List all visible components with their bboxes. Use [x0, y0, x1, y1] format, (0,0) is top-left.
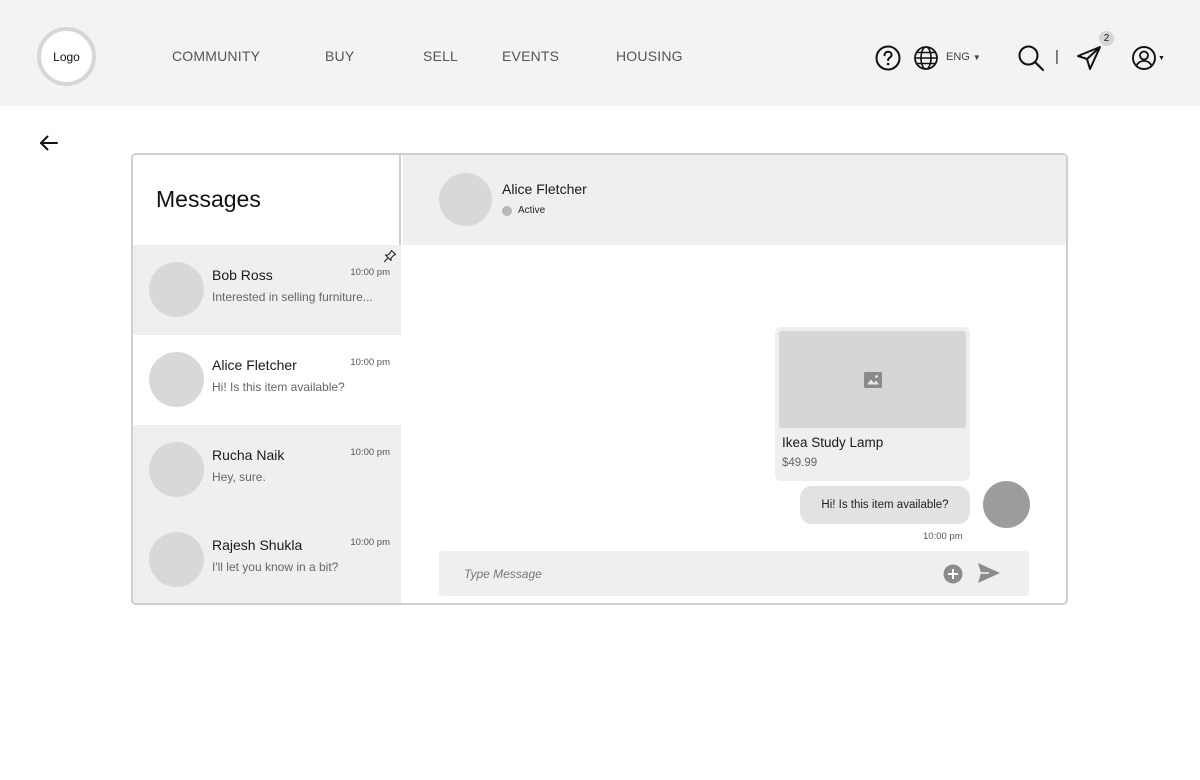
product-image: [779, 331, 966, 428]
language-label: ENG: [946, 51, 970, 63]
product-card[interactable]: Ikea Study Lamp $49.99: [775, 327, 970, 481]
product-name: Ikea Study Lamp: [782, 435, 884, 450]
avatar: [149, 352, 204, 407]
nav-events[interactable]: EVENTS: [502, 48, 559, 64]
conversation-list: Messages Bob Ross Interested in selling …: [133, 155, 401, 603]
help-icon[interactable]: [875, 45, 901, 71]
notification-badge: 2: [1099, 31, 1114, 46]
nav-buy[interactable]: BUY: [325, 48, 354, 64]
message-input[interactable]: [439, 551, 929, 596]
user-icon: [1132, 46, 1156, 70]
conversation-preview: Hey, sure.: [212, 470, 266, 484]
conversation-time: 10:00 pm: [350, 537, 390, 548]
back-arrow-icon[interactable]: [38, 132, 60, 154]
nav-housing[interactable]: HOUSING: [616, 48, 683, 64]
top-header: Logo COMMUNITY BUY SELL EVENTS HOUSING E…: [0, 0, 1200, 106]
conversation-preview: Interested in selling furniture...: [212, 290, 373, 304]
user-menu[interactable]: ▼: [1130, 45, 1166, 71]
logo[interactable]: Logo: [37, 27, 96, 86]
message-time: 10:00 pm: [923, 531, 963, 542]
send-message-icon[interactable]: [977, 562, 1001, 584]
send-icon[interactable]: [1075, 44, 1103, 72]
conversation-item[interactable]: Rajesh Shukla I'll let you know in a bit…: [133, 515, 401, 603]
conversation-preview: Hi! Is this item available?: [212, 380, 345, 394]
chat-pane: Alice Fletcher Active Ikea Study Lamp $4…: [403, 155, 1066, 603]
chat-header: Alice Fletcher Active: [403, 155, 1066, 245]
avatar: [983, 481, 1030, 528]
message-composer: [439, 551, 1029, 596]
avatar: [149, 442, 204, 497]
conversation-item[interactable]: Bob Ross Interested in selling furniture…: [133, 245, 401, 335]
avatar[interactable]: [439, 173, 492, 226]
language-selector[interactable]: ENG ▼: [946, 51, 981, 63]
image-icon: [863, 371, 882, 388]
nav-sell[interactable]: SELL: [423, 48, 458, 64]
conversation-item[interactable]: Alice Fletcher Hi! Is this item availabl…: [133, 335, 401, 425]
header-separator: |: [1055, 48, 1059, 65]
messages-title: Messages: [156, 186, 261, 212]
conversation-time: 10:00 pm: [350, 267, 390, 278]
pin-icon[interactable]: [383, 249, 397, 263]
product-price: $49.99: [782, 457, 818, 469]
conversation-time: 10:00 pm: [350, 357, 390, 368]
search-icon[interactable]: [1017, 44, 1045, 72]
conversation-name: Alice Fletcher: [212, 357, 297, 373]
conversation-name: Bob Ross: [212, 267, 273, 283]
contact-name: Alice Fletcher: [502, 181, 587, 197]
avatar: [149, 532, 204, 587]
conversation-preview: I'll let you know in a bit?: [212, 560, 339, 574]
messages-panel: Messages Bob Ross Interested in selling …: [131, 153, 1068, 605]
chevron-down-icon: ▼: [972, 53, 981, 62]
avatar: [149, 262, 204, 317]
status-indicator: [502, 206, 512, 216]
chevron-down-icon: ▼: [1158, 54, 1165, 62]
globe-icon[interactable]: [913, 45, 939, 71]
logo-label: Logo: [53, 49, 80, 64]
conversation-name: Rajesh Shukla: [212, 537, 303, 553]
message-bubble: Hi! Is this item available?: [800, 486, 970, 524]
conversation-item[interactable]: Rucha Naik Hey, sure. 10:00 pm: [133, 425, 401, 515]
conversation-name: Rucha Naik: [212, 447, 285, 463]
status-text: Active: [518, 205, 546, 216]
add-attachment-icon[interactable]: [943, 564, 963, 584]
nav-community[interactable]: COMMUNITY: [172, 48, 260, 64]
conversation-time: 10:00 pm: [350, 447, 390, 458]
